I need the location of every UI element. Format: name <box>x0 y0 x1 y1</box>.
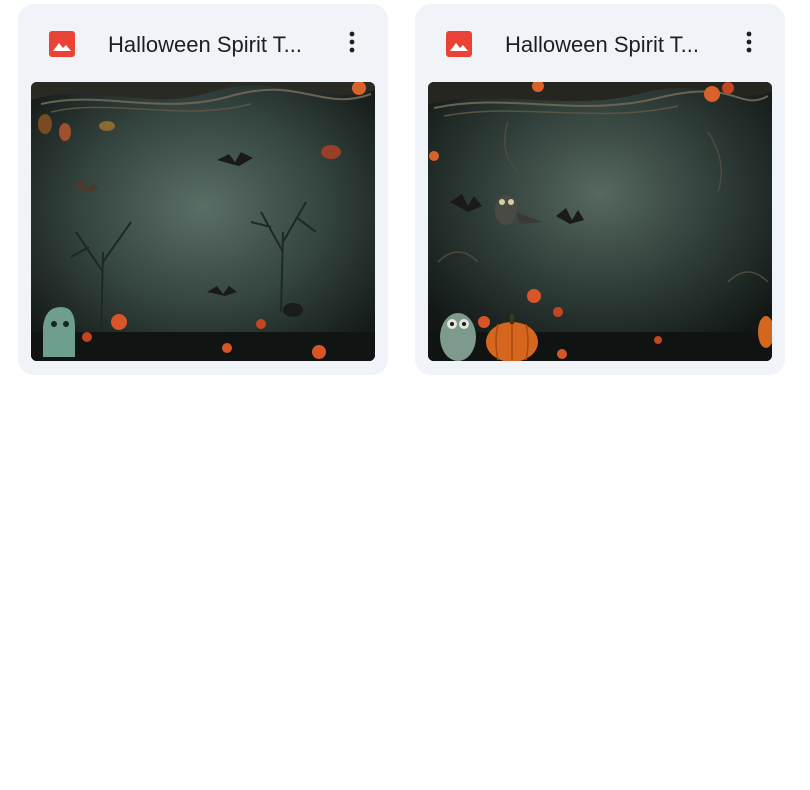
image-file-icon <box>445 30 473 58</box>
file-card-header: Halloween Spirit T... <box>415 4 785 82</box>
file-grid: Halloween Spirit T... Halloween Spirit T… <box>0 0 810 790</box>
file-title[interactable]: Halloween Spirit T... <box>108 30 320 60</box>
file-card-header: Halloween Spirit T... <box>18 4 388 82</box>
file-thumbnail[interactable] <box>428 82 772 361</box>
halloween-scene-thumbnail <box>31 82 375 361</box>
more-actions-button[interactable] <box>334 26 370 62</box>
halloween-scene-thumbnail <box>428 82 772 361</box>
image-file-icon <box>48 30 76 58</box>
more-vert-icon <box>349 31 355 58</box>
file-thumbnail[interactable] <box>31 82 375 361</box>
more-vert-icon <box>746 31 752 58</box>
more-actions-button[interactable] <box>731 26 767 62</box>
file-card[interactable]: Halloween Spirit T... <box>415 4 785 375</box>
file-title[interactable]: Halloween Spirit T... <box>505 30 717 60</box>
file-card[interactable]: Halloween Spirit T... <box>18 4 388 375</box>
